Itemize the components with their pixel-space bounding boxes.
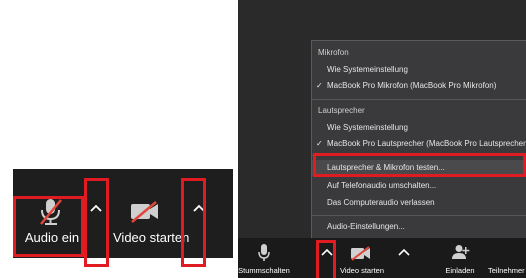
audio-settings-item[interactable]: Audio-Einstellungen... — [312, 222, 526, 235]
highlight-test-item — [313, 153, 526, 177]
audio-options-menu: Mikrofon Wie Systemeinstellung ✓ MacBook… — [311, 40, 526, 242]
switch-phone-audio-item[interactable]: Auf Telefonaudio umschalten... — [312, 181, 526, 194]
participants-button[interactable]: Teilnehmer — [488, 238, 526, 278]
mute-button[interactable]: Stummschalten — [238, 238, 290, 278]
checkmark-icon: ✓ — [316, 81, 323, 90]
video-options-chevron-icon[interactable] — [398, 238, 410, 258]
menu-divider — [312, 99, 526, 100]
microphone-section-header: Mikrofon — [318, 48, 349, 57]
leave-computer-audio-item[interactable]: Das Computeraudio verlassen — [312, 198, 526, 211]
add-person-icon — [452, 245, 470, 259]
right-meeting-toolbar: Stummschalten Video starten Einladen Tei… — [238, 238, 526, 278]
speaker-option-system[interactable]: Wie Systemeinstellung — [312, 123, 526, 136]
highlight-audio-button — [13, 196, 84, 257]
start-video-label: Video starten — [113, 230, 190, 245]
checkmark-icon: ✓ — [316, 139, 323, 148]
highlight-audio-chevron — [84, 178, 109, 267]
start-video-button[interactable]: Video starten — [336, 238, 388, 278]
speaker-option-macbook[interactable]: ✓ MacBook Pro Lautsprecher (MacBook Pro … — [312, 139, 526, 152]
microphone-icon — [258, 244, 270, 261]
mic-option-system[interactable]: Wie Systemeinstellung — [312, 65, 526, 78]
video-off-icon — [131, 201, 158, 223]
speaker-section-header: Lautsprecher — [318, 106, 365, 115]
video-off-icon — [351, 246, 370, 261]
mic-option-macbook[interactable]: ✓ MacBook Pro Mikrofon (MacBook Pro Mikr… — [312, 81, 526, 94]
menu-divider — [312, 215, 526, 216]
start-video-button[interactable]: Video starten — [109, 189, 190, 255]
highlight-bottom-chevron — [316, 240, 336, 278]
highlight-video-chevron — [181, 178, 206, 267]
invite-button[interactable]: Einladen — [438, 238, 482, 278]
